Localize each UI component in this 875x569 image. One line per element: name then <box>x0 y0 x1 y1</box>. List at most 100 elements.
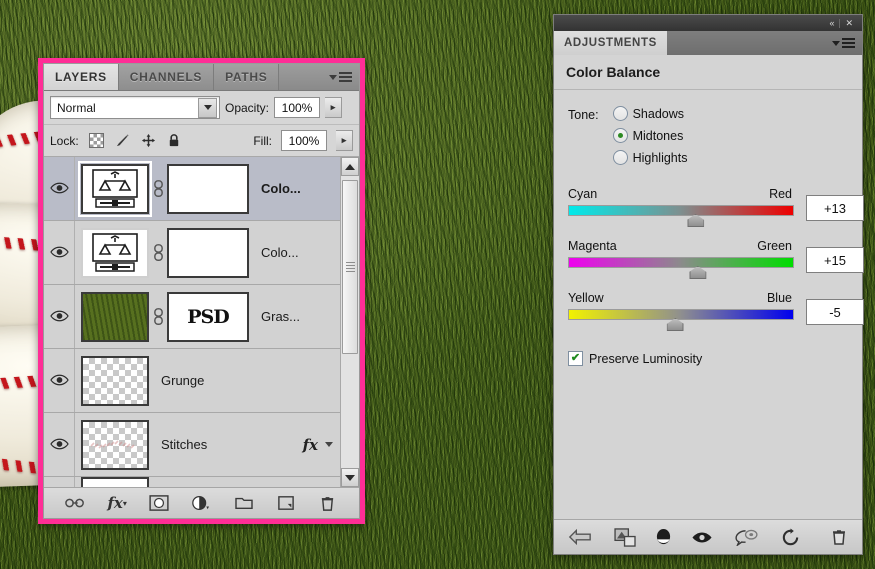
return-to-adjustment-list-icon[interactable] <box>568 528 606 546</box>
table-row[interactable]: Colo... <box>44 221 340 285</box>
layers-panel: LAYERS CHANNELS PATHS Normal Opacity: 10… <box>38 58 365 524</box>
delete-layer-icon[interactable] <box>317 493 339 513</box>
slider-right-label: Blue <box>766 291 792 305</box>
radio-button-icon[interactable] <box>612 150 628 165</box>
eye-icon <box>49 246 69 259</box>
radio-shadows-label: Shadows <box>632 106 685 121</box>
link-icon[interactable] <box>149 243 167 263</box>
layer-name[interactable]: Colo... <box>261 181 301 196</box>
layer-thumbnail[interactable] <box>81 227 149 278</box>
view-previous-state-icon[interactable] <box>721 529 771 546</box>
slider-handle[interactable] <box>689 266 707 279</box>
toggle-layer-visibility-mask-icon[interactable] <box>645 528 683 547</box>
tone-label: Tone: <box>568 108 599 122</box>
new-group-icon[interactable] <box>233 493 255 513</box>
layer-list-scrollbar[interactable] <box>340 157 359 487</box>
adjustments-body: Tone: Shadows Midtones Highlights Cyan R… <box>554 90 864 519</box>
slider-yellow-blue[interactable] <box>568 309 794 331</box>
scrollbar-thumb[interactable] <box>342 180 358 354</box>
radio-button-icon[interactable] <box>612 106 628 121</box>
layer-thumbnail[interactable] <box>81 291 149 342</box>
layer-thumbnail[interactable] <box>81 355 149 406</box>
radio-midtones[interactable]: Midtones <box>612 128 688 143</box>
tab-layers[interactable]: LAYERS <box>44 64 119 90</box>
table-row[interactable] <box>44 477 340 487</box>
tab-paths[interactable]: PATHS <box>214 64 280 90</box>
slider-cyan-red[interactable] <box>568 205 794 227</box>
tab-channels[interactable]: CHANNELS <box>118 64 215 90</box>
checkbox-checked-icon[interactable]: ✔ <box>568 351 583 366</box>
new-adjustment-layer-icon[interactable] <box>190 493 212 513</box>
radio-button-selected-icon[interactable] <box>612 128 628 143</box>
slider-value-cyan-red[interactable]: +13 <box>806 195 864 221</box>
tab-adjustments-label: ADJUSTMENTS <box>564 37 657 49</box>
layer-name[interactable]: Stitches <box>161 437 207 452</box>
new-layer-icon[interactable] <box>275 493 297 513</box>
caret-down-icon <box>345 474 355 481</box>
link-icon[interactable] <box>149 179 167 199</box>
scroll-down-button[interactable] <box>341 468 359 487</box>
fill-input[interactable]: 100% <box>281 130 327 151</box>
layer-name[interactable]: Colo... <box>261 245 299 260</box>
preview-eye-icon[interactable] <box>683 531 721 544</box>
link-icon[interactable] <box>149 307 167 327</box>
layer-list: Colo... Colo... PSD Gras... Grunge Stitc… <box>44 157 340 487</box>
layer-visibility-toggle[interactable] <box>44 285 75 348</box>
transparency-lock-icon[interactable] <box>88 132 105 149</box>
layer-mask-thumbnail[interactable] <box>167 227 249 278</box>
table-row[interactable]: PSD Gras... <box>44 285 340 349</box>
preserve-luminosity-row[interactable]: ✔ Preserve Luminosity <box>568 351 848 366</box>
chevron-down-icon[interactable] <box>198 97 217 118</box>
layers-panel-menu-button[interactable] <box>322 64 359 90</box>
table-row[interactable]: Stitches fx <box>44 413 340 477</box>
slider-value-magenta-green[interactable]: +15 <box>806 247 864 273</box>
tab-adjustments[interactable]: ADJUSTMENTS <box>554 31 667 55</box>
layer-effects-fx-icon[interactable]: fx <box>303 436 318 454</box>
layer-visibility-toggle[interactable] <box>44 349 75 412</box>
collapse-double-arrow-icon[interactable]: « <box>824 15 839 31</box>
move-lock-icon[interactable] <box>140 132 157 149</box>
layer-thumbnail[interactable] <box>81 419 149 470</box>
adjustments-panel-menu-button[interactable] <box>667 31 862 55</box>
tone-group: Tone: Shadows Midtones Highlights <box>568 106 848 165</box>
adjustments-panel: « ✕ ADJUSTMENTS Color Balance Tone: Shad… <box>553 14 864 555</box>
layer-name[interactable]: Grunge <box>161 373 204 388</box>
radio-highlights[interactable]: Highlights <box>612 150 687 165</box>
delete-adjustment-icon[interactable] <box>810 528 848 546</box>
all-lock-icon[interactable] <box>166 132 183 149</box>
clip-to-layer-icon[interactable] <box>606 527 644 547</box>
layer-visibility-toggle[interactable] <box>44 157 75 220</box>
layer-visibility-toggle[interactable] <box>44 413 75 476</box>
scrollbar-track[interactable] <box>341 176 359 468</box>
layer-mask-thumbnail[interactable]: PSD <box>167 291 249 342</box>
layer-style-fx-icon[interactable]: fx ▾ <box>106 493 128 513</box>
eye-icon <box>49 310 69 323</box>
table-row[interactable]: Grunge <box>44 349 340 413</box>
layer-visibility-toggle[interactable] <box>44 221 75 284</box>
layer-name[interactable]: Gras... <box>261 309 300 324</box>
chevron-down-icon[interactable] <box>325 442 333 447</box>
brush-lock-icon[interactable] <box>114 132 131 149</box>
slider-group-yellow-blue: Yellow Blue -5 <box>568 291 864 331</box>
opacity-spinner-icon[interactable]: ▸ <box>325 97 343 118</box>
close-x-icon[interactable]: ✕ <box>840 15 858 31</box>
slider-handle[interactable] <box>666 318 684 331</box>
blend-mode-value: Normal <box>57 100 96 115</box>
layer-mask-thumbnail[interactable] <box>167 163 249 214</box>
slider-value-yellow-blue[interactable]: -5 <box>806 299 864 325</box>
blend-mode-select[interactable]: Normal <box>50 96 220 119</box>
eye-icon <box>49 438 69 451</box>
opacity-input[interactable]: 100% <box>274 97 321 118</box>
slider-handle[interactable] <box>687 214 705 227</box>
table-row[interactable]: Colo... <box>44 157 340 221</box>
link-layers-icon[interactable] <box>64 493 86 513</box>
add-layer-mask-icon[interactable] <box>148 493 170 513</box>
slider-magenta-green[interactable] <box>568 257 794 279</box>
scroll-up-button[interactable] <box>341 157 359 176</box>
radio-shadows[interactable]: Shadows <box>612 106 688 121</box>
reset-adjustment-icon[interactable] <box>771 527 809 547</box>
opacity-label: Opacity: <box>225 100 270 115</box>
fill-spinner-icon[interactable]: ▸ <box>336 130 353 151</box>
layer-thumbnail[interactable] <box>78 160 152 217</box>
tab-layers-label: LAYERS <box>55 70 107 84</box>
